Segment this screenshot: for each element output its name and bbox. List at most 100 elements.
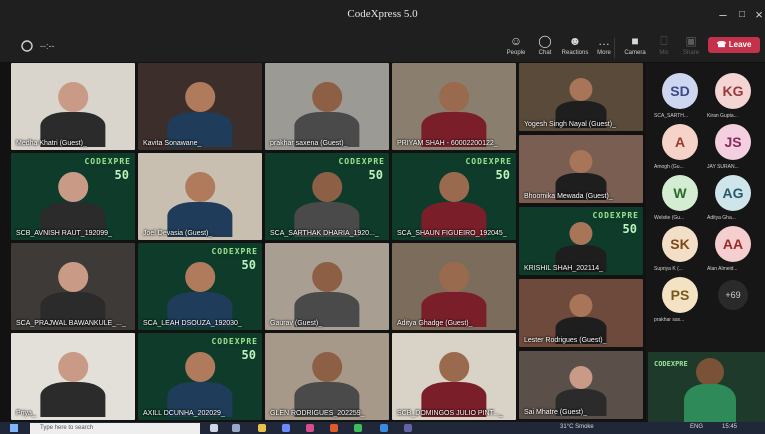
participant-video-tile[interactable]: GLEN RODRIGUES_202259 ̲ (265, 333, 389, 420)
app-icon[interactable] (330, 424, 338, 432)
participant-avatar[interactable]: KG (715, 73, 751, 109)
participant-avatar[interactable]: JS (715, 124, 751, 160)
clock-label[interactable]: 15:45 (722, 424, 737, 430)
participant-video-tile[interactable]: Medha Khatri (Guest) ̲ (11, 63, 135, 150)
participant-video-tile[interactable]: SCB_DOMINGOS JULIO PINT... ̲ (392, 333, 516, 420)
participant-head (569, 77, 593, 102)
participant-name: Gaurav (Guest) ̲ (270, 320, 321, 327)
participant-video-tile[interactable]: Priya ̲ (11, 333, 135, 420)
share-button[interactable]: ▣ Share (673, 34, 709, 62)
participant-name: KRISHIL SHAH_202114 ̲ (524, 265, 602, 272)
participant-video-tile[interactable]: Gaurav (Guest) ̲ (265, 243, 389, 330)
participant-head (185, 262, 215, 292)
participant-head (569, 293, 593, 318)
participant-avatar-name: Amogh (Gu... (654, 164, 684, 170)
close-icon[interactable]: × (750, 6, 765, 24)
participant-video-tile[interactable]: Lester Rodrigues (Guest) ̲ (519, 279, 643, 347)
participant-video-tile[interactable]: Bhoomika Mewada (Guest) ̲ (519, 135, 643, 203)
participant-video-tile[interactable]: CODEXPRE 50 KRISHIL SHAH_202114 ̲ (519, 207, 643, 275)
participant-head (58, 82, 88, 112)
codexpress-version: 50 (114, 168, 129, 182)
phone-icon: ☎ (716, 40, 727, 49)
participant-head (312, 262, 342, 292)
chrome-icon[interactable] (380, 424, 388, 432)
self-view-tile: CODEXPRE (648, 352, 765, 422)
participant-avatar[interactable]: W (662, 175, 698, 211)
participant-video-tile[interactable]: Sai Mhatre (Guest) ̲ (519, 351, 643, 419)
self-view-head (696, 358, 724, 386)
participant-avatar-name: Supriya K (... (654, 266, 683, 272)
participant-video-tile[interactable]: Aditya Ghadge (Guest) ̲ (392, 243, 516, 330)
participant-head (58, 172, 88, 202)
file-explorer-icon[interactable] (258, 424, 266, 432)
participant-video-tile[interactable]: CODEXPRE 50 AXILL DCUNHA_202029 ̲ (138, 333, 262, 420)
app-icon[interactable] (306, 424, 314, 432)
codexpress-banner: CODEXPRE (338, 157, 385, 166)
search-icon[interactable] (210, 424, 218, 432)
participant-avatar[interactable]: AA (715, 226, 751, 262)
participant-video-tile[interactable]: prakhar saxena (Guest) ̲ (265, 63, 389, 150)
maximize-icon[interactable]: □ (733, 6, 751, 24)
participant-video-tile[interactable]: Joel Devasia (Guest) ̲ (138, 153, 262, 240)
language-label[interactable]: ENG (690, 424, 703, 430)
meeting-timer: --:-- (40, 41, 55, 51)
participant-avatar[interactable]: A (662, 124, 698, 160)
participant-avatar-name: SCA_SARTH... (654, 113, 689, 119)
windows-start-icon[interactable] (10, 424, 18, 432)
participant-head (185, 172, 215, 202)
window-title: CodeXpress 5.0 (347, 8, 418, 20)
participant-video-tile[interactable]: CODEXPRE 50 SCA_SARTHAK DHARIA_1920... ̲ (265, 153, 389, 240)
task-view-icon[interactable] (232, 424, 240, 432)
participant-name: Yogesh Singh Nayal (Guest) ̲ (524, 121, 615, 128)
participant-avatar-name: Welstie (Gu... (654, 215, 685, 221)
participant-head (185, 82, 215, 112)
participant-avatar[interactable]: SK (662, 226, 698, 262)
codexpress-banner: CODEXPRE (465, 157, 512, 166)
participant-head (439, 352, 469, 382)
codexpress-version: 50 (241, 348, 256, 362)
participant-body (40, 381, 106, 417)
participant-head (312, 172, 342, 202)
participant-name: Priya ̲ (16, 410, 34, 417)
participant-avatar-name: Alan Almeid... (707, 266, 738, 272)
meeting-toolbar: --:-- ☺ People ◯ Chat ☻ Reactions … More… (0, 32, 765, 62)
participant-name: SCB_AVNISH RAUT_192099 ̲ (16, 230, 111, 237)
participant-avatar-name: JAY SURAN... (707, 164, 739, 170)
title-bar: CodeXpress 5.0 – □ × (0, 0, 765, 32)
participant-head (439, 172, 469, 202)
participant-video-tile[interactable]: PRIYAM SHAH - 60002200122 ̲ (392, 63, 516, 150)
codexpress-banner: CODEXPRE (84, 157, 131, 166)
participant-video-tile[interactable]: CODEXPRE 50 SCB_AVNISH RAUT_192099 ̲ (11, 153, 135, 240)
codexpress-version: 50 (368, 168, 383, 182)
participant-video-tile[interactable]: Kavita Sonawane ̲ (138, 63, 262, 150)
participant-name: SCA_SARTHAK DHARIA_1920... ̲ (270, 230, 377, 237)
codexpress-version: 50 (495, 168, 510, 182)
participant-name: AXILL DCUNHA_202029 ̲ (143, 410, 223, 417)
codexpress-banner: CODEXPRE (211, 337, 258, 346)
participant-head (439, 82, 469, 112)
weather-label[interactable]: 31°C Smoke (560, 424, 594, 430)
participant-video-tile[interactable]: CODEXPRE 50 SCA_SHAUN FIGUEIRO_192045 ̲ (392, 153, 516, 240)
teams-icon[interactable] (404, 424, 412, 432)
leave-button[interactable]: ☎ Leave (708, 37, 760, 53)
participant-avatar[interactable]: SD (662, 73, 698, 109)
shield-icon (21, 40, 33, 52)
toolbar-divider (614, 38, 615, 58)
edge-icon[interactable] (282, 424, 290, 432)
participant-video-tile[interactable]: SCA_PRAJWAL BAWANKULE_... ̲ (11, 243, 135, 330)
participant-head (569, 221, 593, 246)
participant-name: PRIYAM SHAH - 60002200122 ̲ (397, 140, 496, 147)
participant-avatar[interactable]: PS (662, 277, 698, 313)
spotify-icon[interactable] (354, 424, 362, 432)
participant-name: GLEN RODRIGUES_202259 ̲ (270, 410, 363, 417)
participant-video-tile[interactable]: Yogesh Singh Nayal (Guest) ̲ (519, 63, 643, 131)
taskbar-search-input[interactable]: Type here to search (30, 423, 200, 434)
participant-avatar-name: prakhar sax... (654, 317, 685, 323)
participant-name: Joel Devasia (Guest) ̲ (143, 230, 211, 237)
participant-name: Kavita Sonawane ̲ (143, 140, 200, 147)
participant-name: SCA_LEAH DSOUZA_192030 ̲ (143, 320, 240, 327)
participant-video-tile[interactable]: CODEXPRE 50 SCA_LEAH DSOUZA_192030 ̲ (138, 243, 262, 330)
participant-avatar[interactable]: AG (715, 175, 751, 211)
minimize-icon[interactable]: – (714, 6, 732, 24)
more-participants-button[interactable]: +69 (718, 280, 748, 310)
